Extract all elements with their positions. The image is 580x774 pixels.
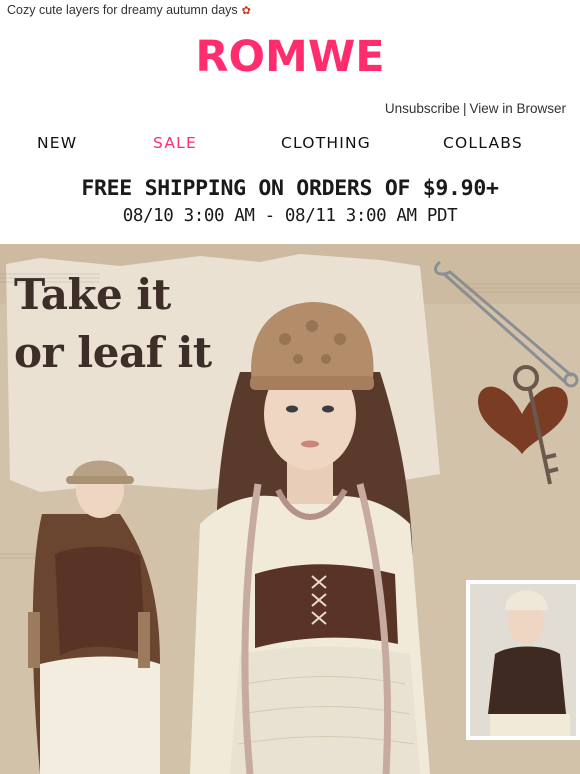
top-links: Unsubscribe | View in Browser (385, 101, 566, 116)
nav-sale[interactable]: SALE (153, 134, 197, 152)
hero-headline-line1: Take it (14, 270, 171, 319)
hero-banner[interactable]: Take it or leaf it (0, 244, 580, 774)
link-separator: | (462, 101, 467, 116)
nav-collabs[interactable]: COLLABS (443, 134, 523, 152)
romwe-logo[interactable]: ROMWE (0, 32, 580, 82)
nav-clothing[interactable]: CLOTHING (281, 134, 371, 152)
promo-dates: 08/10 3:00 AM - 08/11 3:00 AM PDT (122, 206, 458, 226)
preheader-text: Cozy cute layers for dreamy autumn days (7, 3, 238, 17)
preheader: Cozy cute layers for dreamy autumn days ✿ (7, 3, 251, 17)
maple-leaf-icon: ✿ (241, 5, 251, 18)
hero-headline-line2: or leaf it (14, 328, 212, 377)
inset-photo (466, 580, 580, 740)
hero-headline: Take it or leaf it (14, 266, 212, 382)
free-shipping-banner[interactable]: FREE SHIPPING ON ORDERS OF $9.90+ (0, 176, 580, 201)
nav-new[interactable]: NEW (37, 134, 77, 152)
main-nav: NEW SALE CLOTHING COLLABS (0, 134, 580, 158)
view-in-browser-link[interactable]: View in Browser (469, 101, 566, 116)
unsubscribe-link[interactable]: Unsubscribe (385, 101, 460, 116)
